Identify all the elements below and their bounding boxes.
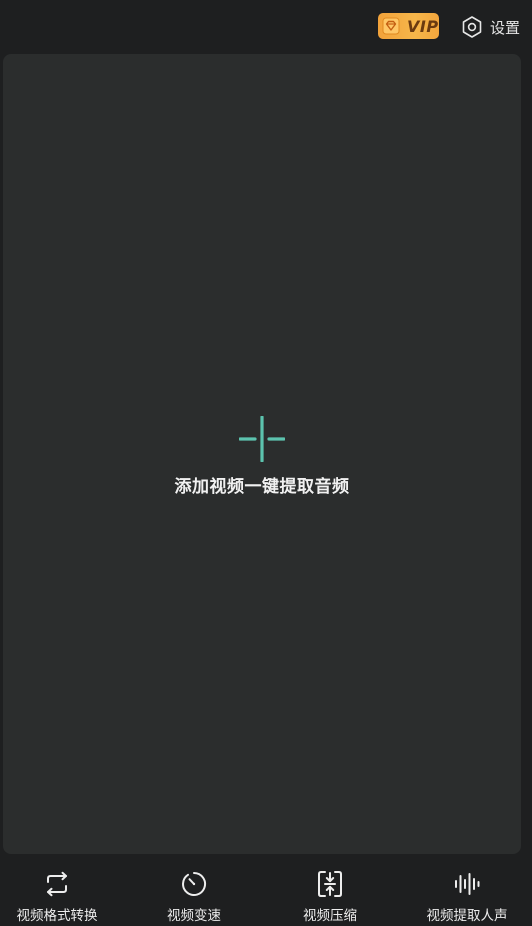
- settings-label: 设置: [490, 18, 521, 37]
- diamond-icon: [382, 17, 400, 35]
- nav-label-extract-voice: 视频提取人声: [426, 908, 508, 924]
- nav-label-format-convert: 视频格式转换: [16, 908, 98, 924]
- nav-item-format-convert[interactable]: 视频格式转换: [0, 870, 122, 926]
- settings-hexagon-icon: [461, 15, 483, 39]
- top-bar: VIP 设置: [0, 0, 532, 54]
- bottom-nav: 视频格式转换 视频变速 视频压缩 视频提取人声: [0, 858, 532, 926]
- vip-label: VIP: [407, 16, 439, 36]
- nav-item-extract-voice[interactable]: 视频提取人声: [402, 870, 532, 926]
- speed-icon: [179, 870, 209, 898]
- add-video-button[interactable]: 添加视频一键提取音频: [3, 416, 521, 506]
- app-screen: VIP 设置 添加视频一键提取音频 视频格式转换 视频变速 视频压缩 视频提取人…: [0, 0, 532, 926]
- convert-icon: [42, 870, 72, 898]
- vip-button[interactable]: VIP: [378, 13, 439, 39]
- nav-label-speed: 视频变速: [167, 908, 221, 924]
- nav-label-compress: 视频压缩: [303, 908, 357, 924]
- add-video-label: 添加视频一键提取音频: [174, 477, 350, 497]
- main-panel: 添加视频一键提取音频: [3, 54, 521, 854]
- nav-item-speed[interactable]: 视频变速: [129, 870, 259, 926]
- waveform-icon: [452, 870, 482, 898]
- nav-item-compress[interactable]: 视频压缩: [265, 870, 395, 926]
- compress-icon: [315, 870, 345, 898]
- plus-icon: [239, 416, 285, 462]
- settings-button[interactable]: 设置: [461, 14, 520, 40]
